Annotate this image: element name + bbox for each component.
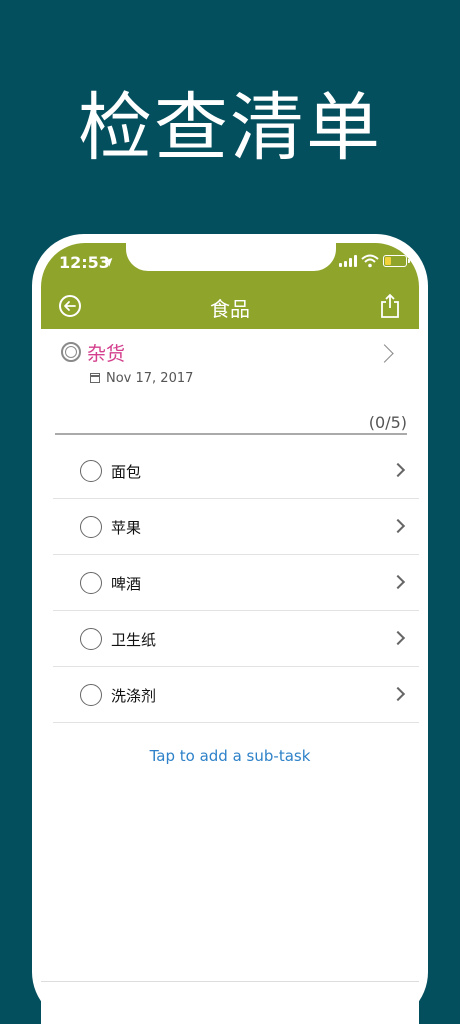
- chevron-right-icon[interactable]: [390, 518, 406, 534]
- subtask-row[interactable]: 洗涤剂: [53, 667, 419, 723]
- progress-divider: [55, 433, 407, 435]
- task-status-icon[interactable]: [61, 342, 81, 362]
- share-button[interactable]: [379, 293, 401, 323]
- top-bar: 12:53 ➤ 食品: [41, 243, 419, 329]
- chevron-right-icon[interactable]: [375, 344, 394, 363]
- subtask-label: 苹果: [111, 519, 142, 537]
- battery-icon: [383, 255, 410, 267]
- subtask-row[interactable]: 卫生纸: [53, 611, 419, 667]
- app-screen: 12:53 ➤ 食品 杂货 Nov 17, 2017 (0/5) 面包 苹果 啤…: [41, 243, 419, 1024]
- signal-icon: [339, 255, 357, 267]
- subtask-label: 面包: [111, 463, 142, 481]
- add-subtask-link[interactable]: Tap to add a sub-task: [41, 747, 419, 765]
- checkbox-icon[interactable]: [80, 460, 102, 482]
- task-date: Nov 17, 2017: [106, 371, 194, 386]
- subtask-label: 卫生纸: [111, 631, 157, 649]
- phone-frame: 12:53 ➤ 食品 杂货 Nov 17, 2017 (0/5) 面包 苹果 啤…: [32, 234, 428, 1024]
- subtask-list: 面包 苹果 啤酒 卫生纸 洗涤剂: [53, 443, 419, 723]
- phone-notch: [126, 243, 336, 271]
- bottom-divider: [41, 981, 419, 982]
- chevron-right-icon[interactable]: [390, 686, 406, 702]
- wifi-icon: [361, 253, 379, 272]
- task-header[interactable]: 杂货 Nov 17, 2017: [41, 329, 419, 409]
- checkbox-icon[interactable]: [80, 572, 102, 594]
- subtask-label: 洗涤剂: [111, 687, 157, 705]
- subtask-row[interactable]: 面包: [53, 443, 419, 499]
- subtask-label: 啤酒: [111, 575, 142, 593]
- nav-title: 食品: [210, 297, 250, 321]
- checkbox-icon[interactable]: [80, 684, 102, 706]
- chevron-right-icon[interactable]: [390, 462, 406, 478]
- chevron-right-icon[interactable]: [390, 574, 406, 590]
- share-icon: [381, 293, 399, 318]
- subtask-row[interactable]: 苹果: [53, 499, 419, 555]
- checkbox-icon[interactable]: [80, 516, 102, 538]
- promo-headline: 检查清单: [78, 85, 382, 171]
- progress-count: (0/5): [368, 413, 407, 432]
- subtask-row[interactable]: 啤酒: [53, 555, 419, 611]
- chevron-right-icon[interactable]: [390, 630, 406, 646]
- calendar-icon: [90, 373, 100, 383]
- task-title: 杂货: [87, 343, 126, 365]
- checkbox-icon[interactable]: [80, 628, 102, 650]
